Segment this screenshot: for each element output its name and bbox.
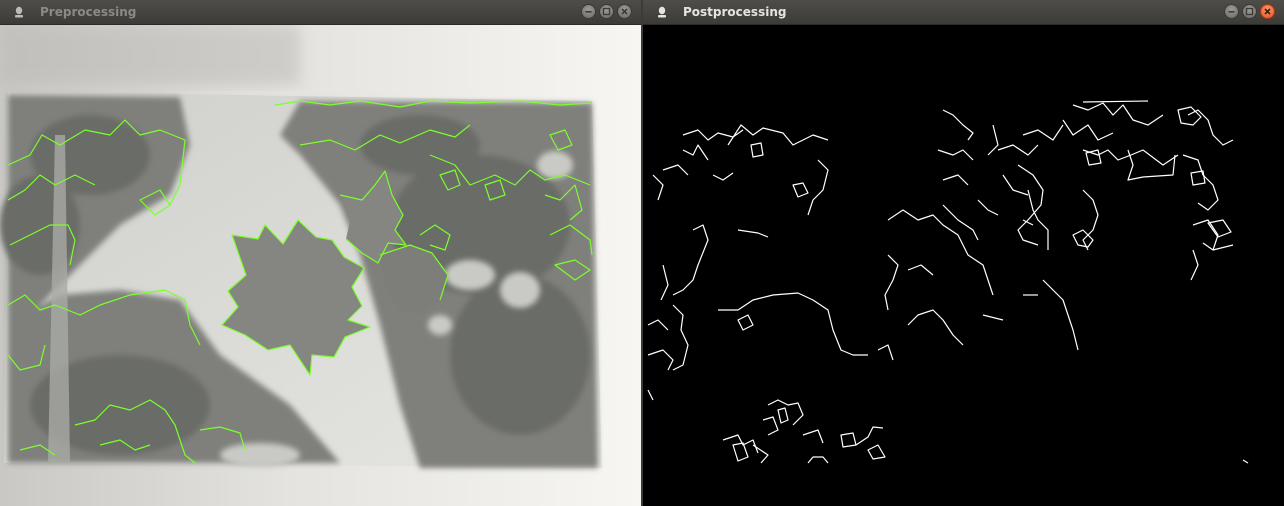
app-icon <box>658 6 666 18</box>
maximize-button[interactable] <box>599 4 614 19</box>
window-controls <box>1221 4 1275 23</box>
edge-map <box>643 25 1284 506</box>
minimize-button[interactable] <box>581 4 596 19</box>
preprocessing-window: Preprocessing <box>0 0 641 506</box>
camera-frame <box>0 25 641 506</box>
postprocessing-window: Postprocessing <box>643 0 1284 506</box>
edge-lines <box>647 100 1249 464</box>
titlebar[interactable]: Postprocessing <box>643 0 1284 25</box>
close-button[interactable] <box>617 4 632 19</box>
maximize-button[interactable] <box>1242 4 1257 19</box>
window-title: Preprocessing <box>40 5 137 19</box>
minimize-button[interactable] <box>1224 4 1239 19</box>
camera-image <box>0 25 641 506</box>
close-button[interactable] <box>1260 4 1275 19</box>
window-title: Postprocessing <box>683 5 787 19</box>
titlebar[interactable]: Preprocessing <box>0 0 641 25</box>
app-icon <box>15 6 23 18</box>
window-controls <box>578 4 632 23</box>
edge-image <box>647 100 1249 464</box>
